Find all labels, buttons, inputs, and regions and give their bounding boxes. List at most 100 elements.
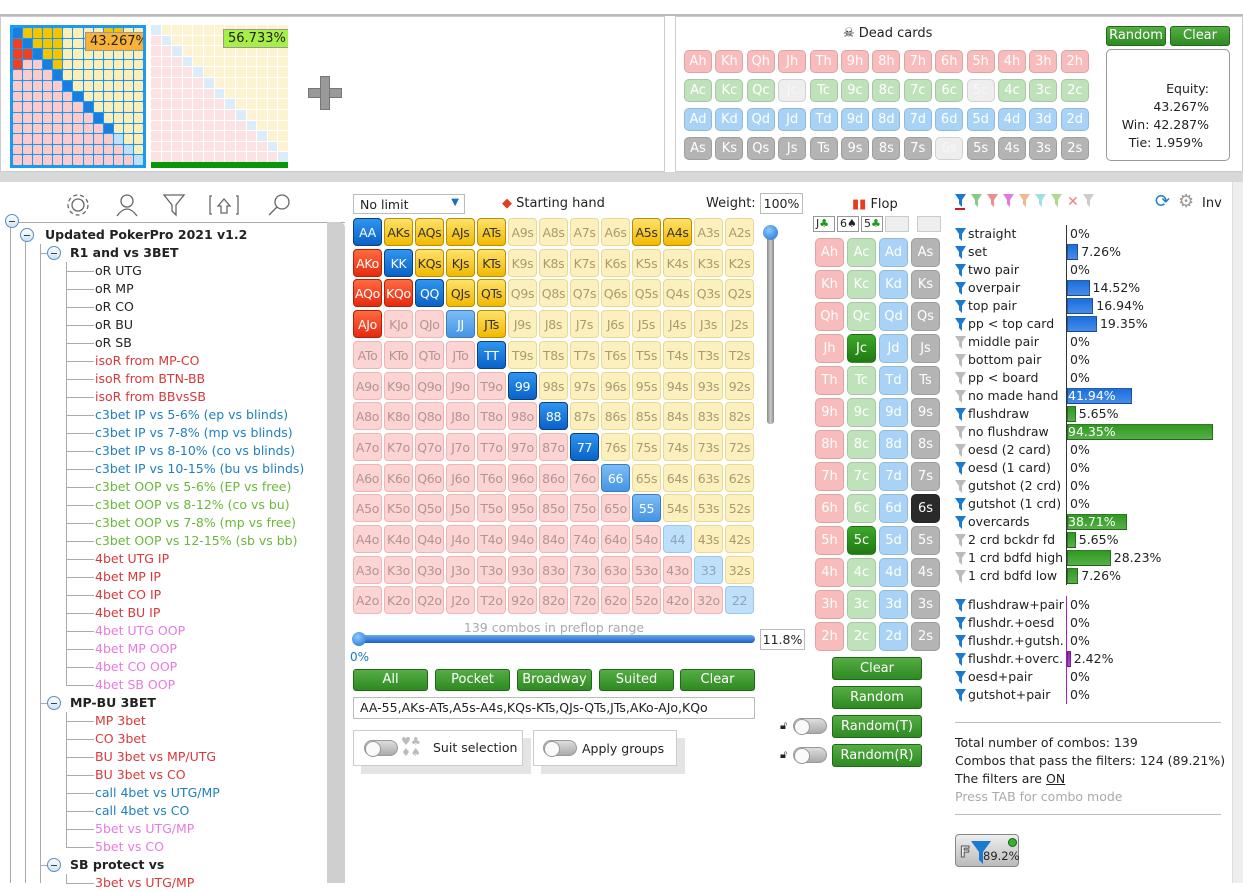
- tree-item[interactable]: call 4bet vs CO: [95, 802, 189, 820]
- hand-cell-K6s[interactable]: K6s: [601, 248, 630, 277]
- flop-card-2c[interactable]: 2c: [847, 622, 876, 651]
- hand-cell-KTo[interactable]: KTo: [384, 340, 413, 369]
- upload-icon[interactable]: [209, 195, 239, 215]
- clear-filter-icon[interactable]: ✕: [1067, 194, 1079, 209]
- flop-card-8h[interactable]: 8h: [815, 430, 844, 459]
- funnel-icon[interactable]: [955, 570, 966, 588]
- hand-cell-A6o[interactable]: A6o: [353, 463, 382, 492]
- hand-cell-Q5o[interactable]: Q5o: [415, 494, 444, 523]
- tree-item[interactable]: 4bet BU IP: [95, 604, 160, 622]
- hand-cell-QTo[interactable]: QTo: [415, 340, 444, 369]
- hand-cell-J9s[interactable]: J9s: [508, 310, 537, 339]
- hand-cell-A5s[interactable]: A5s: [632, 218, 661, 246]
- hand-cell-J7o[interactable]: J7o: [446, 432, 475, 461]
- flop-card-As[interactable]: As: [911, 238, 940, 267]
- hand-cell-32s[interactable]: 32s: [725, 555, 754, 584]
- hand-cell-AKs[interactable]: AKs: [384, 218, 413, 246]
- flop-card-6h[interactable]: 6h: [815, 494, 844, 523]
- hand-cell-A7s[interactable]: A7s: [570, 218, 599, 246]
- flop-card-Jh[interactable]: Jh: [815, 334, 844, 363]
- dead-card-4c[interactable]: 4c: [998, 79, 1026, 102]
- hand-cell-98o[interactable]: 98o: [508, 402, 537, 431]
- hand-cell-T3o[interactable]: T3o: [477, 555, 506, 584]
- hand-cell-65o[interactable]: 65o: [601, 494, 630, 523]
- stat-row[interactable]: oesd (1 card) 0%: [955, 459, 1240, 477]
- stat-row[interactable]: oesd+pair 0%: [955, 668, 1240, 686]
- flop-card-7d[interactable]: 7d: [879, 462, 908, 491]
- flop-card-4c[interactable]: 4c: [847, 558, 876, 587]
- stat-row[interactable]: middle pair 0%: [955, 333, 1240, 351]
- hand-cell-Q4s[interactable]: Q4s: [663, 279, 692, 308]
- tree-item[interactable]: c3bet OOP vs 12-15% (sb vs bb): [95, 532, 298, 550]
- hand-cell-53s[interactable]: 53s: [694, 494, 723, 523]
- flop-card-6d[interactable]: 6d: [879, 494, 908, 523]
- tree-item[interactable]: 4bet SB OOP: [95, 676, 175, 694]
- random-t-lock-toggle[interactable]: [793, 718, 827, 735]
- hand-cell-55[interactable]: 55: [632, 494, 661, 523]
- tree-item[interactable]: oR UTG: [95, 262, 142, 280]
- hand-cell-JTs[interactable]: JTs: [477, 310, 506, 339]
- hand-cell-K2s[interactable]: K2s: [725, 248, 754, 277]
- stat-row[interactable]: pp < board 0%: [955, 369, 1240, 387]
- dead-card-7s[interactable]: 7s: [903, 137, 932, 160]
- hand-cell-85o[interactable]: 85o: [539, 494, 568, 523]
- hand-cell-KJo[interactable]: KJo: [384, 310, 413, 339]
- gear-icon[interactable]: ⚙: [1178, 191, 1194, 212]
- tree-item[interactable]: 5bet vs CO: [95, 838, 164, 856]
- tree-item[interactable]: c3bet OOP vs 8-12% (co vs bu): [95, 496, 290, 514]
- dead-card-Th[interactable]: Th: [809, 50, 838, 73]
- flop-card-4s[interactable]: 4s: [911, 558, 940, 587]
- hand-cell-T6o[interactable]: T6o: [477, 463, 506, 492]
- flop-card-5c[interactable]: 5c: [847, 526, 876, 555]
- hand-cell-97s[interactable]: 97s: [570, 371, 599, 400]
- flop-card-Js[interactable]: Js: [911, 334, 940, 363]
- hand-cell-92o[interactable]: 92o: [508, 586, 537, 615]
- filter-color-icon[interactable]: [987, 194, 998, 210]
- tree-item[interactable]: 4bet UTG IP: [95, 550, 169, 568]
- stat-row[interactable]: flushdr.+gutsh. 0%: [955, 632, 1240, 650]
- hand-cell-76o[interactable]: 76o: [570, 463, 599, 492]
- flop-card-Kc[interactable]: Kc: [847, 270, 876, 299]
- filter-color-icon[interactable]: [1083, 194, 1094, 210]
- stat-row[interactable]: overpair 14.52%: [955, 279, 1240, 297]
- hand-cell-K7s[interactable]: K7s: [570, 248, 599, 277]
- flop-card-Ts[interactable]: Ts: [911, 366, 940, 395]
- hand-cell-J3o[interactable]: J3o: [446, 555, 475, 584]
- hand-cell-T9s[interactable]: T9s: [508, 340, 537, 369]
- hand-cell-T4s[interactable]: T4s: [663, 340, 692, 369]
- hand-cell-54o[interactable]: 54o: [632, 525, 661, 553]
- flop-card-4h[interactable]: 4h: [815, 558, 844, 587]
- hand-cell-95s[interactable]: 95s: [632, 371, 661, 400]
- refresh-icon[interactable]: ⟳: [1155, 191, 1170, 212]
- hand-cell-J7s[interactable]: J7s: [570, 310, 599, 339]
- flop-card-9c[interactable]: 9c: [847, 398, 876, 427]
- hand-cell-94s[interactable]: 94s: [663, 371, 692, 400]
- hand-cell-88[interactable]: 88: [539, 402, 568, 431]
- dead-card-8h[interactable]: 8h: [872, 50, 901, 73]
- dead-card-5s[interactable]: 5s: [966, 137, 995, 160]
- hand-cell-J4s[interactable]: J4s: [663, 310, 692, 339]
- hand-cell-65s[interactable]: 65s: [632, 463, 661, 492]
- dead-card-Kd[interactable]: Kd: [715, 108, 744, 131]
- tree-item[interactable]: c3bet OOP vs 5-6% (EP vs free): [95, 478, 291, 496]
- hand-cell-K2o[interactable]: K2o: [384, 586, 413, 615]
- board-card-empty[interactable]: [885, 216, 909, 232]
- flop-card-2s[interactable]: 2s: [911, 622, 940, 651]
- flop-card-9s[interactable]: 9s: [911, 398, 940, 427]
- dead-card-8c[interactable]: 8c: [872, 79, 901, 102]
- collapse-icon[interactable]: [47, 246, 61, 260]
- dead-card-9d[interactable]: 9d: [841, 108, 869, 131]
- hand-cell-A9s[interactable]: A9s: [508, 218, 537, 246]
- dead-card-5d[interactable]: 5d: [966, 108, 995, 131]
- tree-item[interactable]: isoR from BTN-BB: [95, 370, 205, 388]
- tree-item[interactable]: c3bet IP vs 10-15% (bu vs blinds): [95, 460, 304, 478]
- hand-cell-QTs[interactable]: QTs: [477, 279, 506, 308]
- flop-card-8d[interactable]: 8d: [879, 430, 908, 459]
- tree-scrollbar[interactable]: [327, 222, 345, 883]
- villain-range-thumbnail[interactable]: 56.733%: [151, 25, 288, 168]
- dead-card-Jd[interactable]: Jd: [778, 108, 807, 131]
- dead-card-Ad[interactable]: Ad: [684, 108, 712, 131]
- stat-row[interactable]: flushdraw+pair 0%: [955, 596, 1240, 614]
- hand-cell-T3s[interactable]: T3s: [694, 340, 723, 369]
- range-percent-input[interactable]: 11.8%: [760, 629, 805, 650]
